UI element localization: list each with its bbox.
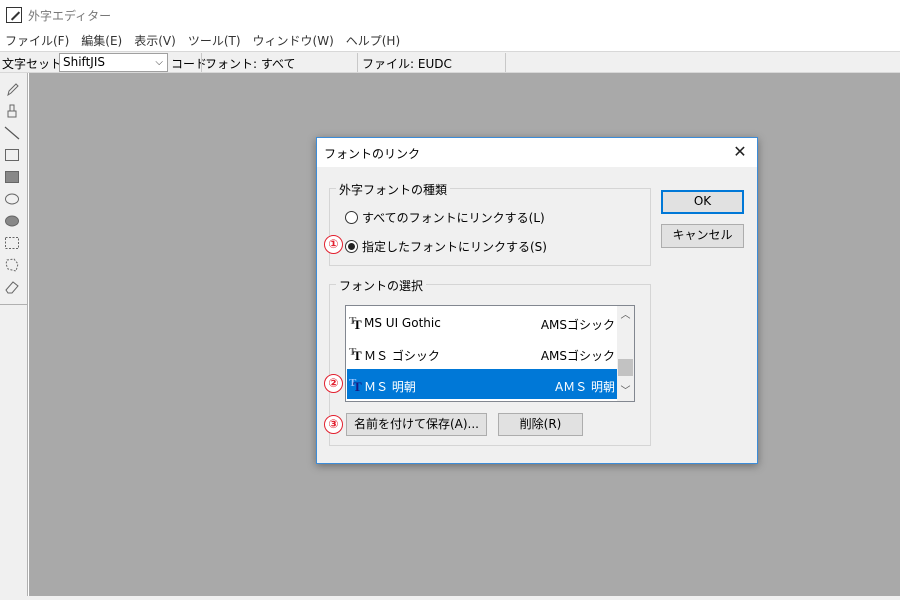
dialog-title-bar: フォントのリンク ✕ [317,138,757,167]
charset-dropdown[interactable]: ShiftJIS ⌵ [59,53,168,72]
menu-window[interactable]: ウィンドウ(W) [248,32,341,49]
font-link-dialog: フォントのリンク ✕ 外字フォントの種類 すべてのフォントにリンクする(L) 指… [316,137,758,464]
font-name: ＭＳ ゴシック [364,349,440,363]
font-list-item[interactable]: TT ＭＳ ゴシック AMSゴシック [347,338,617,368]
brush-icon[interactable] [4,103,20,119]
menu-bar: ファイル(F) 編集(E) 表示(V) ツール(T) ウィンドウ(W) ヘルプ(… [0,30,900,50]
radio-link-specific[interactable]: 指定したフォントにリンクする(S) [345,238,547,255]
charset-value: ShiftJIS [63,55,105,69]
charset-label: 文字セット: [2,57,67,71]
rectangular-select-icon[interactable] [4,235,20,251]
save-as-button[interactable]: 名前を付けて保存(A)... [346,413,487,436]
cancel-button[interactable]: キャンセル [661,224,744,248]
file-label: ファイル: EUDC [362,57,452,71]
truetype-icon: TT [349,315,362,332]
font-list-item[interactable]: TT MS UI Gothic AMSゴシック [347,307,617,337]
radio-button-checked[interactable] [345,240,358,253]
radio-link-all[interactable]: すべてのフォントにリンクする(L) [345,209,545,226]
list-scrollbar[interactable]: ︿ ﹀ [617,306,634,401]
window-title: 外字エディター [28,8,112,23]
callout-2: ② [324,374,343,393]
pencil-icon[interactable] [4,81,20,97]
font-name: MS UI Gothic [364,316,441,330]
toolbar-separator [505,53,506,72]
hollow-ellipse-icon[interactable] [4,191,20,207]
menu-file[interactable]: ファイル(F) [0,32,76,49]
title-bar: 外字エディター [0,0,900,30]
callout-3: ③ [324,415,343,434]
scroll-up-icon[interactable]: ︿ [617,307,634,324]
toolbar: 文字セット: ShiftJIS ⌵ コード: フォント: すべて ファイル: E… [0,51,900,73]
font-name: ＭＳ 明朝 [364,380,416,394]
font-listbox[interactable]: TT MS UI Gothic AMSゴシック TT ＭＳ ゴシック AMSゴシ… [345,305,635,402]
freeform-select-icon[interactable] [4,257,20,273]
menu-view[interactable]: 表示(V) [129,32,183,49]
truetype-icon: TT [349,377,362,394]
status-strip [0,596,900,600]
menu-help[interactable]: ヘルプ(H) [341,32,407,49]
tool-palette [0,73,28,600]
toolbar-separator [357,53,358,72]
chevron-down-icon: ⌵ [155,57,163,68]
close-icon[interactable]: ✕ [729,141,751,163]
font-type-group-label: 外字フォントの種類 [336,181,451,198]
scroll-thumb[interactable] [618,359,633,376]
ok-button[interactable]: OK [661,190,744,214]
eraser-icon[interactable] [4,279,20,295]
font-label: フォント: すべて [205,57,296,71]
hollow-rectangle-icon[interactable] [4,147,20,163]
font-type-group: 外字フォントの種類 すべてのフォントにリンクする(L) 指定したフォントにリンク… [329,181,651,266]
line-icon[interactable] [4,125,20,141]
font-alias: AMSゴシック [540,318,615,332]
menu-tools[interactable]: ツール(T) [183,32,248,49]
callout-1: ① [324,235,343,254]
truetype-icon: TT [349,346,362,363]
delete-button[interactable]: 削除(R) [498,413,583,436]
font-alias: AMSゴシック [540,349,615,363]
radio-link-specific-label: 指定したフォントにリンクする(S) [362,240,547,254]
font-list-item-selected[interactable]: TT ＭＳ 明朝 AＭＳ 明朝 [347,369,617,399]
radio-button[interactable] [345,211,358,224]
font-select-group-label: フォントの選択 [336,277,427,294]
scroll-down-icon[interactable]: ﹀ [617,383,634,400]
dialog-title: フォントのリンク [324,147,421,161]
menu-edit[interactable]: 編集(E) [76,32,129,49]
filled-rectangle-icon[interactable] [4,169,20,185]
tool-divider [0,304,27,305]
app-icon [6,7,22,23]
radio-link-all-label: すべてのフォントにリンクする(L) [362,211,545,225]
font-alias: AＭＳ 明朝 [554,380,615,394]
toolbar-separator [201,53,202,72]
filled-ellipse-icon[interactable] [4,213,20,229]
